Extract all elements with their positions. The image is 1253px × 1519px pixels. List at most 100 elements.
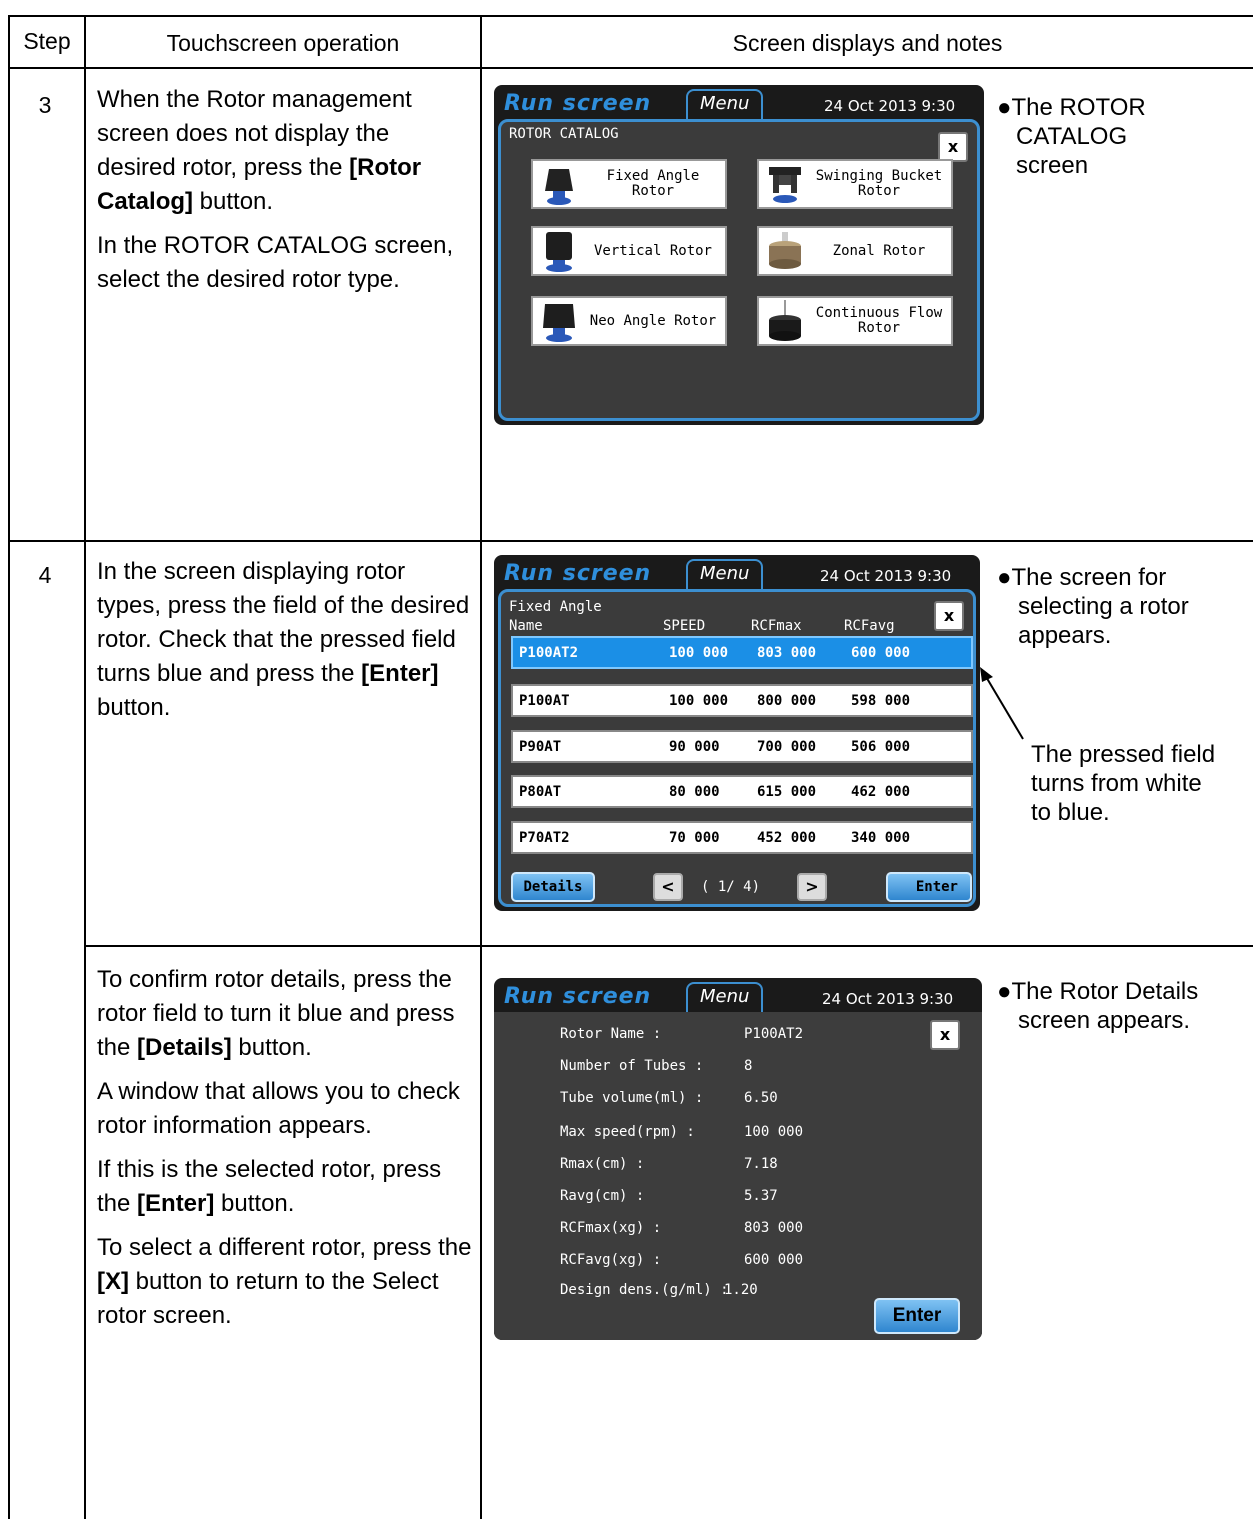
instruction-paragraph: To select a different rotor, press the [… [97, 1234, 472, 1329]
screen-body: ROTOR CATALOG x Fixed Angle Rotor Swingi… [498, 119, 980, 421]
header-step: Step [23, 28, 71, 54]
rotor-row[interactable]: P100AT2 100 000 803 000 600 000 [511, 636, 973, 669]
tab-menu[interactable]: Menu [686, 559, 764, 589]
rotor-catalog-screen: Run screen Menu 24 Oct 2013 9:30 ROTOR C… [494, 85, 984, 425]
rotor-speed: 80 000 [669, 784, 720, 800]
tab-run-screen[interactable]: Run screen [504, 561, 651, 586]
col-divider-1 [84, 15, 86, 1519]
rotor-speed: 70 000 [669, 830, 720, 846]
note-rotor-catalog: ●The ROTOR CATALOG screen [997, 94, 1146, 179]
detail-label: Design dens.(g/ml) : [560, 1282, 729, 1298]
rotor-speed: 90 000 [669, 739, 720, 755]
datetime: 24 Oct 2013 9:30 [822, 990, 954, 1008]
continuous-flow-rotor-button[interactable]: Continuous Flow Rotor [757, 296, 953, 346]
rotor-row[interactable]: P80AT 80 000 615 000 462 000 [511, 775, 973, 808]
rotor-rcfmax: 452 000 [757, 830, 817, 846]
continuous-flow-rotor-icon [759, 298, 811, 344]
catalog-title: ROTOR CATALOG [509, 126, 619, 142]
rotor-rcfmax: 700 000 [757, 739, 817, 755]
rotor-name: P100AT2 [519, 645, 579, 661]
row-divider-1 [8, 540, 1253, 542]
table-border-left [8, 15, 10, 1519]
detail-value: P100AT2 [744, 1026, 804, 1042]
instructions-step-4: In the screen displaying rotor types, pr… [97, 555, 472, 735]
close-button[interactable]: x [934, 601, 964, 631]
button-reference: [Enter] [137, 1190, 215, 1217]
enter-button[interactable]: Enter [886, 872, 972, 902]
swinging-bucket-rotor-icon [759, 161, 811, 207]
neo-angle-rotor-icon [533, 298, 585, 344]
instruction-paragraph: In the screen displaying rotor types, pr… [97, 558, 470, 721]
enter-button[interactable]: Enter [874, 1298, 960, 1334]
close-button[interactable]: x [938, 132, 968, 162]
detail-value: 1.20 [724, 1282, 758, 1298]
next-page-button[interactable]: > [797, 873, 827, 901]
rotor-rcfmax: 615 000 [757, 784, 817, 800]
note-rotor-details: ●The Rotor Details screen appears. [997, 978, 1199, 1034]
rotor-row[interactable]: P100AT 100 000 800 000 598 000 [511, 684, 973, 717]
page-indicator: ( 1/ 4) [701, 879, 761, 895]
rotor-rcfavg: 598 000 [851, 693, 911, 709]
rotor-details-screen: Run screen Menu 24 Oct 2013 9:30 x Rotor… [494, 978, 982, 1340]
tab-menu[interactable]: Menu [686, 89, 764, 119]
rotor-speed: 100 000 [669, 693, 729, 709]
button-reference: [X] [97, 1268, 129, 1295]
zonal-rotor-icon [759, 228, 811, 274]
callout-arrow [980, 667, 1024, 740]
neo-angle-rotor-button[interactable]: Neo Angle Rotor [531, 296, 727, 346]
rotor-rcfmax: 803 000 [757, 645, 817, 661]
details-button[interactable]: Details [511, 872, 595, 902]
fixed-angle-rotor-icon [533, 161, 585, 207]
row-divider-2 [84, 945, 1253, 947]
detail-value: 100 000 [744, 1124, 804, 1140]
rotor-type-title: Fixed Angle [509, 599, 602, 615]
instruction-paragraph: In the ROTOR CATALOG screen, select the … [97, 232, 454, 293]
rotor-row[interactable]: P70AT2 70 000 452 000 340 000 [511, 821, 973, 854]
tab-menu[interactable]: Menu [686, 982, 764, 1012]
detail-label: RCFavg(xg) : [560, 1252, 662, 1268]
select-rotor-screen: Run screen Menu 24 Oct 2013 9:30 Fixed A… [494, 555, 980, 911]
rotor-row[interactable]: P90AT 90 000 700 000 506 000 [511, 730, 973, 763]
instruction-paragraph: If this is the selected rotor, press the… [97, 1156, 442, 1217]
screen-body: Fixed Angle x Name SPEED RCFmax RCFavg P… [498, 589, 976, 907]
detail-value: 6.50 [744, 1090, 778, 1106]
rotor-rcfavg: 600 000 [851, 645, 911, 661]
detail-value: 7.18 [744, 1156, 778, 1172]
swinging-bucket-rotor-button[interactable]: Swinging Bucket Rotor [757, 159, 953, 209]
fixed-angle-rotor-button[interactable]: Fixed Angle Rotor [531, 159, 727, 209]
detail-value: 803 000 [744, 1220, 804, 1236]
detail-value: 8 [744, 1058, 753, 1074]
vertical-rotor-icon [533, 228, 585, 274]
header-displays: Screen displays and notes [732, 30, 1003, 56]
detail-value: 600 000 [744, 1252, 804, 1268]
note-pressed-field: The pressed field turns from white to bl… [1031, 741, 1216, 826]
header-divider [8, 67, 1253, 69]
step-number-3: 3 [38, 92, 52, 118]
close-button[interactable]: x [930, 1020, 960, 1050]
column-name: Name [509, 618, 543, 634]
column-rcfmax: RCFmax [751, 618, 802, 634]
datetime: 24 Oct 2013 9:30 [820, 567, 952, 585]
tab-run-screen[interactable]: Run screen [504, 984, 651, 1009]
rotor-name: P100AT [519, 693, 570, 709]
instruction-paragraph: To confirm rotor details, press the roto… [97, 966, 455, 1061]
instruction-paragraph: A window that allows you to check rotor … [97, 1078, 460, 1139]
column-speed: SPEED [663, 618, 706, 634]
detail-label: Ravg(cm) : [560, 1188, 645, 1204]
detail-value: 5.37 [744, 1188, 778, 1204]
prev-page-button[interactable]: < [653, 873, 683, 901]
rotor-name: P90AT [519, 739, 562, 755]
screen-body: x Rotor Name : P100AT2 Number of Tubes : 8 T… [494, 1012, 982, 1340]
column-rcfavg: RCFavg [844, 618, 895, 634]
instructions-details: To confirm rotor details, press the roto… [97, 963, 472, 1343]
zonal-rotor-button[interactable]: Zonal Rotor [757, 226, 953, 276]
tab-run-screen[interactable]: Run screen [504, 91, 651, 116]
button-reference: [Details] [137, 1034, 232, 1061]
rotor-rcfavg: 506 000 [851, 739, 911, 755]
header-operation: Touchscreen operation [166, 30, 400, 56]
instructions-step-3: When the Rotor management screen does no… [97, 83, 472, 307]
col-divider-2 [480, 15, 482, 1519]
table-border-top [8, 15, 1253, 17]
vertical-rotor-button[interactable]: Vertical Rotor [531, 226, 727, 276]
step-number-4: 4 [38, 562, 52, 588]
